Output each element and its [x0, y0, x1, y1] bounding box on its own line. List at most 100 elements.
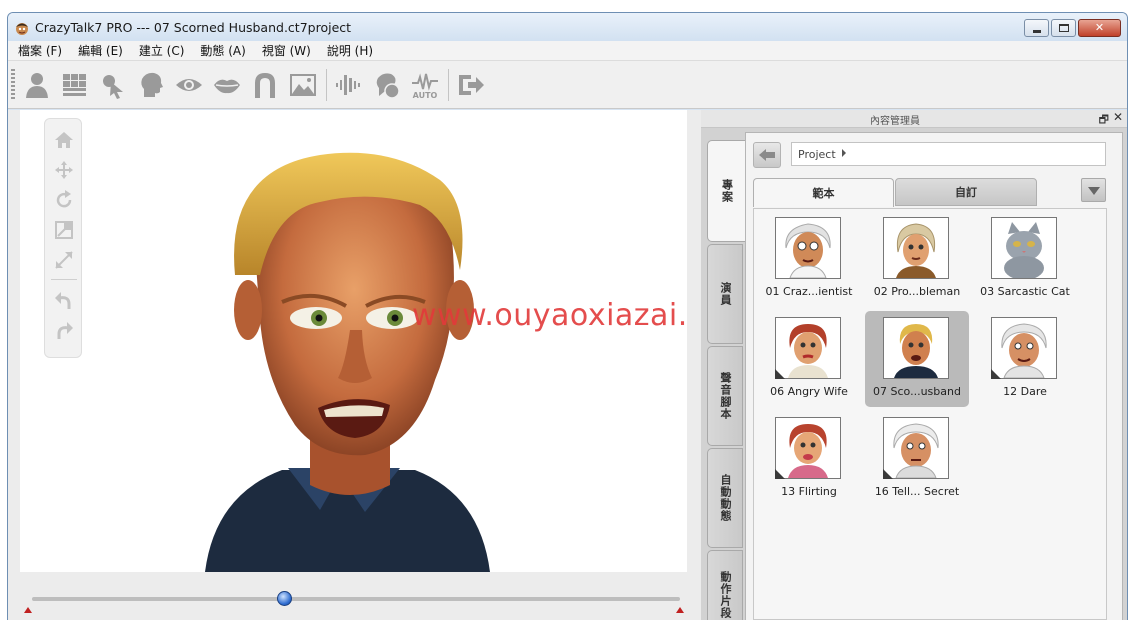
close-icon: ✕ [1094, 21, 1105, 34]
close-button[interactable]: ✕ [1078, 19, 1121, 37]
template-item[interactable]: 03 Sarcastic Cat [973, 211, 1077, 307]
background-image-button[interactable] [286, 69, 320, 101]
template-item-label: 01 Craz...ientist [765, 285, 853, 298]
template-item[interactable]: 01 Craz...ientist [757, 211, 861, 307]
side-tab-voice-script[interactable]: 聲音腳本 [707, 346, 743, 446]
voice-button[interactable] [332, 69, 366, 101]
menu-edit[interactable]: 編輯 (E) [78, 42, 123, 59]
home-view-button[interactable] [53, 129, 75, 151]
template-badge-icon [775, 369, 785, 379]
template-badge-icon [991, 369, 1001, 379]
home-icon [55, 132, 73, 148]
side-tab-project[interactable]: 專案 [707, 140, 745, 242]
grid-fitting-icon [63, 74, 86, 96]
side-tab-auto-motion[interactable]: 自動動態 [707, 448, 743, 548]
rotate-icon [56, 190, 72, 208]
nav-separator [51, 279, 77, 280]
template-item[interactable]: 06 Angry Wife [757, 311, 861, 407]
thumbnail [775, 217, 841, 279]
actor-icon [26, 73, 48, 98]
mouth-button[interactable] [210, 69, 244, 101]
face-puppet-button[interactable] [370, 69, 404, 101]
template-badge-icon [775, 469, 785, 479]
rotate-view-button[interactable] [53, 189, 75, 211]
auto-motion-button[interactable]: AUTO [408, 69, 442, 101]
preview-viewport[interactable]: www.ouyaoxiazai.com [20, 110, 687, 572]
side-tab-motion-clip[interactable]: 動作片段 [707, 550, 743, 620]
eye-button[interactable] [172, 69, 206, 101]
auto-motion-icon: AUTO [412, 73, 438, 99]
undo-button[interactable] [53, 289, 75, 311]
timeline-knob[interactable] [277, 591, 293, 606]
minimize-button[interactable] [1024, 19, 1049, 37]
panel-restore-icon[interactable]: 🗗 [1099, 111, 1109, 130]
back-button[interactable] [753, 142, 781, 168]
dropdown-triangle-icon [1088, 187, 1100, 195]
fit-view-button[interactable] [53, 249, 75, 271]
nobleman-thumb [884, 218, 948, 278]
content-area: Project 範本 自訂 01 Craz...ientist 02 Pro..… [745, 132, 1123, 620]
lips-icon [214, 79, 240, 94]
menu-bar: 檔案 (F) 編輯 (E) 建立 (C) 動態 (A) 視窗 (W) 說明 (H… [8, 41, 1127, 61]
side-tab-actor[interactable]: 演員 [707, 244, 743, 344]
template-item-label: 02 Pro...bleman [873, 285, 961, 298]
template-item-label: 06 Angry Wife [770, 385, 848, 398]
waveform-icon [336, 75, 360, 95]
sarcastic-cat-thumb [992, 218, 1056, 278]
panel-title: 內容管理員 [870, 116, 920, 127]
timeline-end-marker[interactable] [676, 607, 684, 613]
template-item-selected[interactable]: 07 Sco...usband [865, 311, 969, 407]
maximize-button[interactable] [1051, 19, 1076, 37]
template-item[interactable]: 16 Tell... Secret [865, 411, 969, 507]
expand-icon [55, 251, 73, 269]
auto-label: AUTO [413, 91, 438, 99]
scorned-husband-thumb [884, 318, 948, 378]
breadcrumb[interactable]: Project [791, 142, 1106, 166]
head-icon [141, 72, 163, 97]
thumbnail [883, 217, 949, 279]
tell-secret-thumb [884, 418, 948, 478]
menu-help[interactable]: 說明 (H) [327, 42, 373, 59]
image-icon [290, 74, 316, 96]
flirting-thumb [776, 418, 840, 478]
menu-animation[interactable]: 動態 (A) [200, 42, 245, 59]
zoom-box-icon [55, 221, 73, 239]
crazytalk-app-icon [16, 23, 28, 35]
breadcrumb-project[interactable]: Project [798, 148, 836, 161]
title-bar: CrazyTalk7 PRO --- 07 Scorned Husband.ct… [8, 13, 1127, 41]
zoom-view-button[interactable] [53, 219, 75, 241]
template-item[interactable]: 02 Pro...bleman [865, 211, 969, 307]
timeline-start-marker[interactable] [24, 607, 32, 613]
actor-button[interactable] [20, 69, 54, 101]
puppet-icon [376, 73, 400, 99]
redo-button[interactable] [53, 319, 75, 341]
timeline-slider[interactable] [32, 591, 680, 606]
menu-create[interactable]: 建立 (C) [139, 42, 185, 59]
character-preview [205, 152, 490, 572]
side-tabs: 專案 演員 聲音腳本 自動動態 動作片段 [707, 132, 745, 620]
menu-window[interactable]: 視窗 (W) [262, 42, 311, 59]
move-view-button[interactable] [53, 159, 75, 181]
thumbnail [991, 217, 1057, 279]
template-grid: 01 Craz...ientist 02 Pro...bleman 03 Sar… [753, 208, 1107, 620]
tab-custom[interactable]: 自訂 [895, 178, 1037, 206]
panel-header: 內容管理員 🗗 ✕ [701, 110, 1127, 130]
export-button[interactable] [454, 69, 488, 101]
back-arrow-icon [759, 149, 775, 161]
toolbar-grip[interactable] [11, 69, 15, 101]
minimize-icon [1033, 30, 1041, 33]
template-item[interactable]: 13 Flirting [757, 411, 861, 507]
watermark-text: www.ouyaoxiazai.com [412, 298, 687, 333]
template-item[interactable]: 12 Dare [973, 311, 1077, 407]
options-dropdown-button[interactable] [1081, 178, 1106, 202]
face-mask-button[interactable] [248, 69, 282, 101]
crazy-scientist-thumb [776, 218, 840, 278]
tab-template[interactable]: 範本 [753, 178, 894, 207]
menu-file[interactable]: 檔案 (F) [18, 42, 62, 59]
template-item-label: 07 Sco...usband [873, 385, 961, 398]
eye-icon [176, 79, 202, 91]
pointer-button[interactable] [96, 69, 130, 101]
panel-close-icon[interactable]: ✕ [1113, 110, 1123, 124]
face-fitting-button[interactable] [58, 69, 92, 101]
head-button[interactable] [134, 69, 168, 101]
